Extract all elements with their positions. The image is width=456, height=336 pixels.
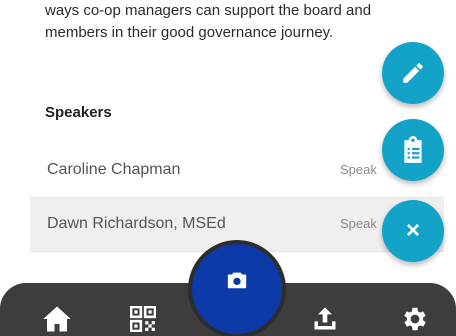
description-line-2: members in their good governance journey… xyxy=(45,24,334,41)
qr-code-icon xyxy=(130,306,156,332)
tab-settings[interactable] xyxy=(395,302,435,336)
notes-fab-button[interactable] xyxy=(382,119,444,181)
tab-home[interactable] xyxy=(37,302,77,336)
edit-fab-button[interactable] xyxy=(382,42,444,104)
tab-upload[interactable] xyxy=(305,302,345,336)
description-line-1: ways co-op managers can support the boar… xyxy=(45,2,372,19)
tab-qr-scanner[interactable] xyxy=(123,302,163,336)
gear-icon xyxy=(404,307,426,331)
close-icon: × xyxy=(405,217,420,244)
clipboard-list-icon xyxy=(404,136,422,163)
speaker-name: Caroline Chapman xyxy=(47,161,181,178)
event-description: ways co-op managers can support the boar… xyxy=(45,0,395,44)
speaker-role: Speak xyxy=(340,216,377,231)
upload-icon xyxy=(314,307,336,330)
home-icon xyxy=(43,306,71,332)
speaker-name: Dawn Richardson, MSEd xyxy=(47,215,226,232)
event-detail-screen: ways co-op managers can support the boar… xyxy=(0,0,456,336)
pencil-icon xyxy=(403,63,423,83)
camera-button[interactable] xyxy=(188,240,286,336)
speaker-role: Speak xyxy=(340,162,377,177)
speakers-heading: Speakers xyxy=(45,104,112,121)
camera-icon xyxy=(227,272,247,289)
close-fab-button[interactable]: × xyxy=(382,200,444,262)
